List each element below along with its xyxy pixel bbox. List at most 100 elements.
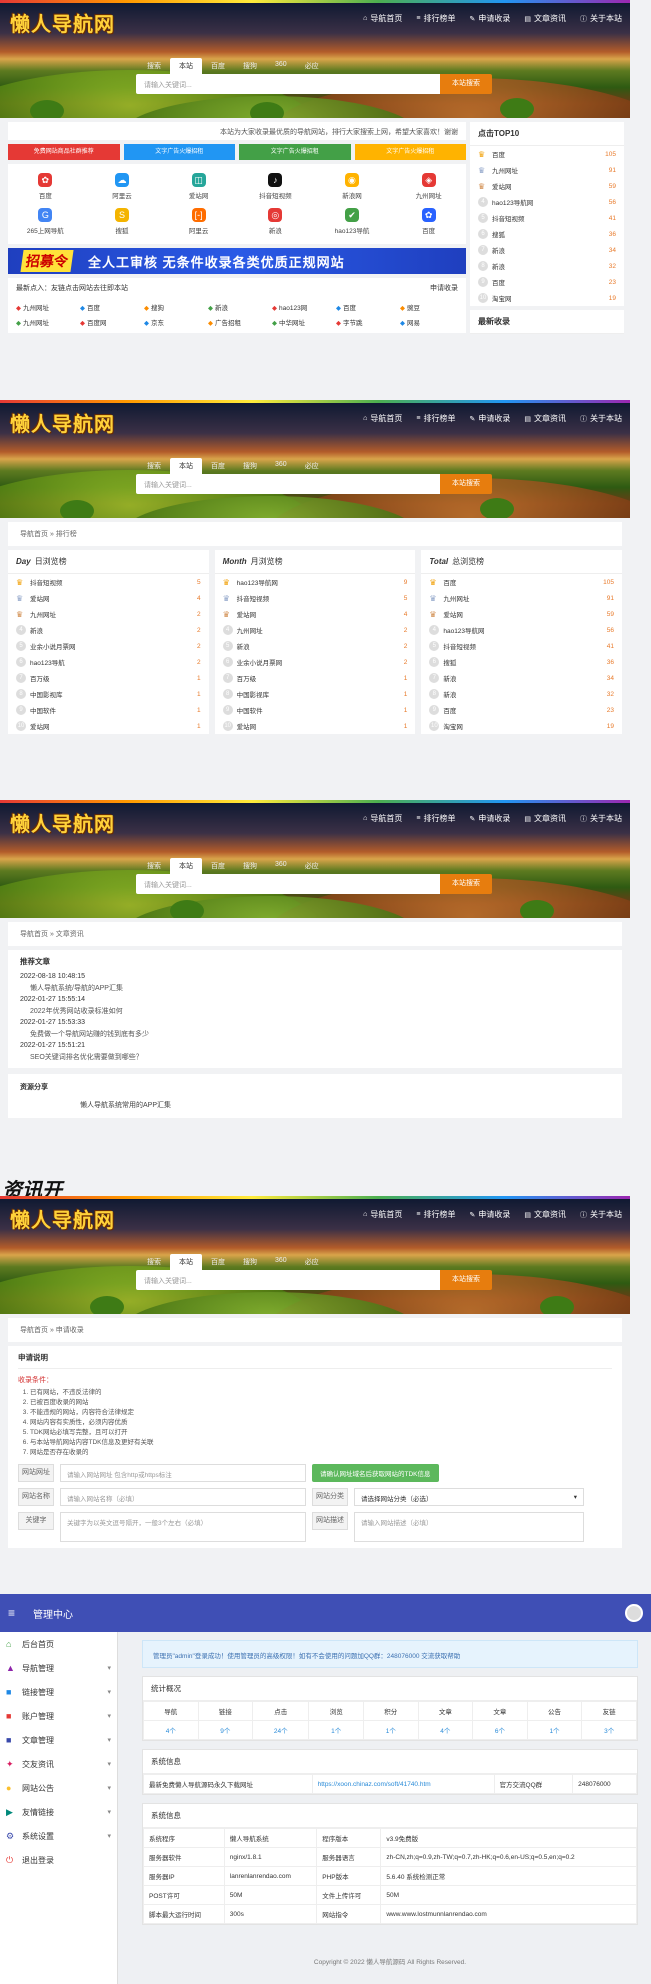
rank-row[interactable]: 5 业余小说月票网 2 — [8, 638, 209, 654]
rank-row[interactable]: 10 淘宝网 19 — [421, 718, 623, 734]
article-title[interactable]: 免费做一个导航网站赚的钱到底有多少 — [20, 1029, 610, 1039]
admin-menu-item[interactable]: ■ 文章管理 ▾ — [0, 1728, 117, 1752]
rank-row[interactable]: 4 hao123导航网 56 — [421, 622, 623, 638]
article-title[interactable]: SEO关键词排名优化需要做到哪些？ — [20, 1052, 610, 1062]
tab-site[interactable]: 本站 — [170, 1254, 202, 1270]
tab-site[interactable]: 本站 — [170, 858, 202, 874]
rank-row[interactable]: 9 中国软件 1 — [214, 702, 416, 718]
tab-sogou[interactable]: 搜狗 — [234, 858, 266, 874]
rank-row[interactable]: 10 淘宝网 19 — [470, 290, 624, 306]
site-link[interactable]: ◆ 京东 — [144, 317, 194, 327]
nav-home[interactable]: ⌂ 导航首页 — [363, 13, 402, 24]
desc-input[interactable]: 请输入网站描述（必填） — [354, 1512, 584, 1542]
rank-row[interactable]: 9 百度 23 — [470, 274, 624, 290]
search-input[interactable]: 请输入关键词... — [136, 74, 440, 94]
nav-about[interactable]: ⓘ 关于本站 — [580, 413, 622, 424]
site-logo[interactable]: 懒人导航网 — [10, 808, 115, 837]
tab-bing[interactable]: 必应 — [296, 458, 328, 474]
nav-about[interactable]: ⓘ 关于本站 — [580, 13, 622, 24]
tab-site[interactable]: 本站 — [170, 458, 202, 474]
admin-menu-item[interactable]: ✦ 交友资讯 ▾ — [0, 1752, 117, 1776]
nav-articles[interactable]: ▤ 文章资讯 — [524, 813, 566, 824]
search-button[interactable]: 本站搜索 — [440, 74, 492, 94]
rank-row[interactable]: 8 新浪 32 — [421, 686, 623, 702]
admin-menu-item[interactable]: ▲ 导航管理 ▾ — [0, 1656, 117, 1680]
search-button[interactable]: 本站搜索 — [440, 474, 492, 494]
search-input[interactable]: 请输入关键词... — [136, 874, 440, 894]
nav-about[interactable]: ⓘ 关于本站 — [580, 813, 622, 824]
admin-menu-item[interactable]: ⌂ 后台首页 — [0, 1632, 117, 1656]
site-link[interactable]: ◆ 豌豆 — [400, 302, 450, 312]
rank-row[interactable]: 6 hao123导航 2 — [8, 654, 209, 670]
admin-menu-item[interactable]: ■ 链接管理 ▾ — [0, 1680, 117, 1704]
rank-row[interactable]: 4 新浪 2 — [8, 622, 209, 638]
rank-row[interactable]: 8 新浪 32 — [470, 258, 624, 274]
tab-360[interactable]: 360 — [266, 858, 296, 874]
site-link[interactable]: ◆ 广告招租 — [208, 317, 258, 327]
rank-row[interactable]: ♛ 九州网址 91 — [421, 590, 623, 606]
text-ad[interactable]: 免费网站商品社群推荐 — [8, 144, 120, 160]
rank-row[interactable]: 7 新浪 34 — [470, 242, 624, 258]
share-text[interactable]: 懒人导航系统常用的APP汇集 — [80, 1100, 610, 1110]
rank-row[interactable]: 9 中国软件 1 — [8, 702, 209, 718]
site-icon-link[interactable]: G 265上网导航 — [8, 205, 83, 238]
tab-360[interactable]: 360 — [266, 1254, 296, 1270]
site-icon-link[interactable]: ☁ 阿里云 — [85, 170, 160, 203]
rank-row[interactable]: ♛ 爱站网 4 — [8, 590, 209, 606]
site-icon-link[interactable]: ♪ 抖音短视频 — [238, 170, 313, 203]
nav-ranking[interactable]: ≡ 排行榜单 — [416, 1209, 455, 1220]
site-link[interactable]: ◆ 百度 — [80, 302, 130, 312]
site-icon-link[interactable]: ✿ 百度 — [8, 170, 83, 203]
site-link[interactable]: ◆ 网易 — [400, 317, 450, 327]
rank-row[interactable]: ♛ hao123导航网 9 — [214, 574, 416, 590]
nav-ranking[interactable]: ≡ 排行榜单 — [416, 413, 455, 424]
search-input[interactable]: 请输入关键词... — [136, 474, 440, 494]
rank-row[interactable]: ♛ 九州网址 91 — [470, 162, 624, 178]
nav-about[interactable]: ⓘ 关于本站 — [580, 1209, 622, 1220]
site-logo[interactable]: 懒人导航网 — [10, 8, 115, 37]
text-ad[interactable]: 文字广告火爆招租 — [123, 144, 235, 160]
nav-home[interactable]: ⌂ 导航首页 — [363, 1209, 402, 1220]
avatar[interactable] — [625, 1604, 643, 1622]
tab-baidu[interactable]: 百度 — [202, 58, 234, 74]
admin-menu-item[interactable]: ⚙ 系统设置 ▾ — [0, 1824, 117, 1848]
rank-row[interactable]: 7 新浪 34 — [421, 670, 623, 686]
rank-row[interactable]: ♛ 百度 105 — [470, 146, 624, 162]
site-logo[interactable]: 懒人导航网 — [10, 1204, 115, 1233]
tab-360[interactable]: 360 — [266, 458, 296, 474]
site-link[interactable]: ◆ 中华网址 — [272, 317, 322, 327]
admin-menu-item[interactable]: ● 网站公告 ▾ — [0, 1776, 117, 1800]
site-icon-link[interactable]: S 搜狐 — [85, 205, 160, 238]
text-ad[interactable]: 文字广告火爆招租 — [354, 144, 466, 160]
nav-home[interactable]: ⌂ 导航首页 — [363, 413, 402, 424]
rank-row[interactable]: 7 百万级 1 — [8, 670, 209, 686]
nav-home[interactable]: ⌂ 导航首页 — [363, 813, 402, 824]
admin-menu-item[interactable]: ⏻ 退出登录 — [0, 1848, 117, 1872]
tab-baidu[interactable]: 百度 — [202, 1254, 234, 1270]
article-title[interactable]: 2022年优秀网站收录标准如何 — [20, 1006, 610, 1016]
rank-row[interactable]: ♛ 爱站网 4 — [214, 606, 416, 622]
rank-row[interactable]: 4 九州网址 2 — [214, 622, 416, 638]
admin-menu-item[interactable]: ▶ 友情链接 ▾ — [0, 1800, 117, 1824]
nav-ranking[interactable]: ≡ 排行榜单 — [416, 813, 455, 824]
nav-articles[interactable]: ▤ 文章资讯 — [524, 13, 566, 24]
include-button[interactable]: 申请收录 — [430, 283, 458, 292]
rank-row[interactable]: ♛ 爱站网 59 — [421, 606, 623, 622]
site-logo[interactable]: 懒人导航网 — [10, 408, 115, 437]
recruit-banner[interactable]: 招募令 全人工审核 无条件收录各类优质正规网站 — [8, 248, 466, 274]
tab-bing[interactable]: 必应 — [296, 858, 328, 874]
article-title[interactable]: 懒人导航系统/导航的APP汇集 — [20, 983, 610, 993]
site-link[interactable]: ◆ hao123网 — [272, 302, 322, 312]
text-ad[interactable]: 文字广告火爆招租 — [239, 144, 351, 160]
rank-row[interactable]: ♛ 抖音短视频 5 — [214, 590, 416, 606]
rank-row[interactable]: 8 中国影视库 1 — [214, 686, 416, 702]
tab-search[interactable]: 搜索 — [138, 58, 170, 74]
rank-row[interactable]: 6 搜狐 36 — [421, 654, 623, 670]
tab-sogou[interactable]: 搜狗 — [234, 458, 266, 474]
rank-row[interactable]: 10 爱站网 1 — [8, 718, 209, 734]
site-link[interactable]: ◆ 新浪 — [208, 302, 258, 312]
site-link[interactable]: ◆ 百度 — [336, 302, 386, 312]
keywords-input[interactable]: 关键字为以英文逗号隔开，一般3个左右（必填） — [60, 1512, 306, 1542]
name-input[interactable]: 请输入网站名称（必填） — [60, 1488, 306, 1506]
nav-articles[interactable]: ▤ 文章资讯 — [524, 413, 566, 424]
